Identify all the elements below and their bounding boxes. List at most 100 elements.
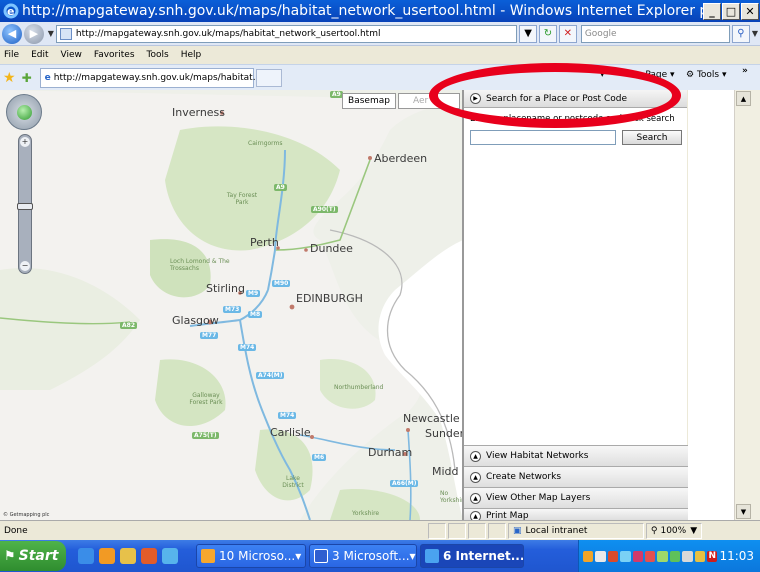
tray-icon[interactable]: [657, 550, 668, 562]
menu-view[interactable]: View: [61, 50, 82, 60]
menu-help[interactable]: Help: [181, 50, 202, 60]
address-bar: ◀ ▶ ▼ http://mapgateway.snh.gov.uk/maps/…: [0, 22, 760, 46]
tools-menu[interactable]: ⚙ Tools ▾: [686, 70, 727, 80]
tray-n-icon[interactable]: N: [707, 550, 718, 562]
print-map-label: Print Map: [486, 511, 529, 520]
collapse-arrow-icon[interactable]: ▲: [470, 471, 481, 483]
ie-taskbar-icon: [425, 549, 439, 563]
road-label-m74: M74: [238, 344, 257, 351]
label-durham: Durham: [368, 446, 413, 459]
tray-icon[interactable]: [669, 550, 681, 562]
url-input[interactable]: http://mapgateway.snh.gov.uk/maps/habita…: [55, 24, 518, 43]
page-icon: [59, 27, 72, 40]
zoom-slider[interactable]: + −: [17, 134, 33, 274]
scroll-up-button[interactable]: ▲: [736, 91, 751, 106]
view-habitat-networks-row[interactable]: ▲ View Habitat Networks: [464, 445, 688, 466]
quicklaunch-folder-icon[interactable]: [120, 548, 136, 564]
quicklaunch-desktop-icon[interactable]: [162, 548, 178, 564]
zoom-level-label: 100%: [660, 525, 687, 536]
tray-icon[interactable]: [620, 550, 631, 562]
search-button[interactable]: Search: [622, 130, 682, 145]
maximize-button[interactable]: □: [722, 2, 740, 20]
page-vertical-scrollbar[interactable]: ▲ ▼: [734, 90, 751, 520]
quicklaunch-outlook-icon[interactable]: [99, 548, 115, 564]
add-favorites-icon[interactable]: ✚: [22, 71, 32, 85]
chevron-more-icon[interactable]: »: [742, 66, 748, 76]
taskbar: ⚑ Start 10 Microso... ▾ 3 Microsoft... ▾ 6…: [0, 540, 760, 572]
create-networks-row[interactable]: ▲ Create Networks: [464, 466, 688, 487]
start-button[interactable]: ⚑ Start: [0, 541, 66, 571]
stop-button[interactable]: ✕: [558, 24, 577, 43]
side-panel: ▶ Search for a Place or Post Code Enter …: [463, 90, 688, 520]
new-tab-button[interactable]: [255, 68, 282, 87]
label-middlesbrough: Midd: [432, 465, 459, 478]
close-button[interactable]: ✕: [741, 2, 759, 20]
tray-icon[interactable]: [645, 550, 656, 562]
quicklaunch-ie-icon[interactable]: [78, 548, 94, 564]
refresh-button[interactable]: ↻: [539, 24, 557, 43]
zoom-level[interactable]: ⚲ 100% ▼: [646, 522, 702, 539]
history-dropdown-icon[interactable]: ▼: [48, 29, 54, 38]
menu-favorites[interactable]: Favorites: [94, 50, 135, 60]
window-edge: [751, 90, 760, 520]
tray-icon[interactable]: [682, 550, 693, 562]
taskbar-word-group[interactable]: 3 Microsoft... ▾: [309, 544, 417, 568]
status-segment: [428, 522, 446, 539]
collapse-arrow-icon[interactable]: ▲: [470, 450, 481, 462]
view-other-map-layers-label: View Other Map Layers: [486, 493, 591, 503]
search-go-button[interactable]: ⚲: [731, 24, 750, 43]
tray-icon[interactable]: [632, 550, 644, 562]
taskbar-internet-group[interactable]: 6 Internet...▾: [420, 544, 524, 568]
status-bar: Done ▣ Local intranet ⚲ 100% ▼: [0, 520, 760, 540]
road-label-a75t: A75(T): [192, 432, 219, 439]
zoom-slider-thumb[interactable]: [17, 203, 33, 210]
zoom-in-button[interactable]: +: [20, 137, 30, 147]
taskbar-clock[interactable]: 11:03: [719, 549, 754, 563]
minimize-button[interactable]: _: [703, 2, 721, 20]
menu-tools[interactable]: Tools: [147, 50, 169, 60]
tab-habitat-map[interactable]: e http://mapgateway.snh.gov.uk/maps/habi…: [39, 67, 261, 88]
pan-center-icon[interactable]: [17, 105, 32, 120]
tray-icon[interactable]: [607, 550, 619, 562]
search-input[interactable]: Google: [580, 24, 730, 43]
menu-edit[interactable]: Edit: [31, 50, 48, 60]
label-north-yorkshire: No Yorkshire: [440, 490, 462, 504]
collapse-arrow-icon[interactable]: ▲: [470, 492, 481, 504]
basemap-button[interactable]: Basemap: [342, 93, 396, 109]
pan-control[interactable]: [6, 94, 42, 130]
window-titlebar[interactable]: e http://mapgateway.snh.gov.uk/maps/habi…: [0, 0, 760, 22]
collapse-arrow-icon[interactable]: ▲: [470, 511, 481, 520]
city-dot-dundee: [304, 248, 308, 252]
road-label-m90: M90: [272, 280, 291, 287]
back-button[interactable]: ◀: [2, 23, 22, 44]
label-sunderland: Sunder: [425, 427, 463, 440]
tray-icon[interactable]: [583, 550, 594, 562]
quicklaunch-firefox-icon[interactable]: [141, 548, 157, 564]
tray-icon[interactable]: [595, 550, 606, 562]
road-label-m9: M9: [246, 290, 261, 297]
search-options-icon[interactable]: ▼: [752, 29, 758, 38]
city-dot-aberdeen: [368, 156, 372, 160]
tab-ie-icon: e: [44, 72, 51, 83]
tray-icon[interactable]: [694, 550, 706, 562]
security-zone[interactable]: ▣ Local intranet: [508, 522, 644, 539]
road-label-a74m: A74(M): [256, 372, 285, 379]
city-dot-newcastle: [406, 428, 410, 432]
label-inverness: Inverness: [172, 106, 226, 119]
label-loch-lomond: Loch Lomond & The Trossachs: [170, 258, 230, 272]
zoom-out-button[interactable]: −: [20, 261, 30, 271]
label-glasgow: Glasgow: [172, 314, 219, 327]
taskbar-microsoft-group[interactable]: 10 Microso... ▾: [196, 544, 306, 568]
view-other-map-layers-row[interactable]: ▲ View Other Map Layers: [464, 487, 688, 508]
url-dropdown-button[interactable]: ▼: [519, 24, 538, 43]
favorites-star-icon[interactable]: ★: [3, 70, 16, 86]
forward-button[interactable]: ▶: [23, 23, 44, 44]
svg-text:e: e: [7, 5, 14, 18]
zoom-dropdown-icon[interactable]: ▼: [690, 526, 697, 536]
scroll-down-button[interactable]: ▼: [736, 504, 751, 519]
place-input[interactable]: [470, 130, 616, 145]
print-map-row[interactable]: ▲ Print Map: [464, 508, 688, 520]
map-view[interactable]: Inverness Aberdeen Perth Dundee Stirling…: [0, 90, 463, 520]
menu-file[interactable]: File: [4, 50, 19, 60]
label-galloway: Galloway Forest Park: [189, 392, 223, 406]
